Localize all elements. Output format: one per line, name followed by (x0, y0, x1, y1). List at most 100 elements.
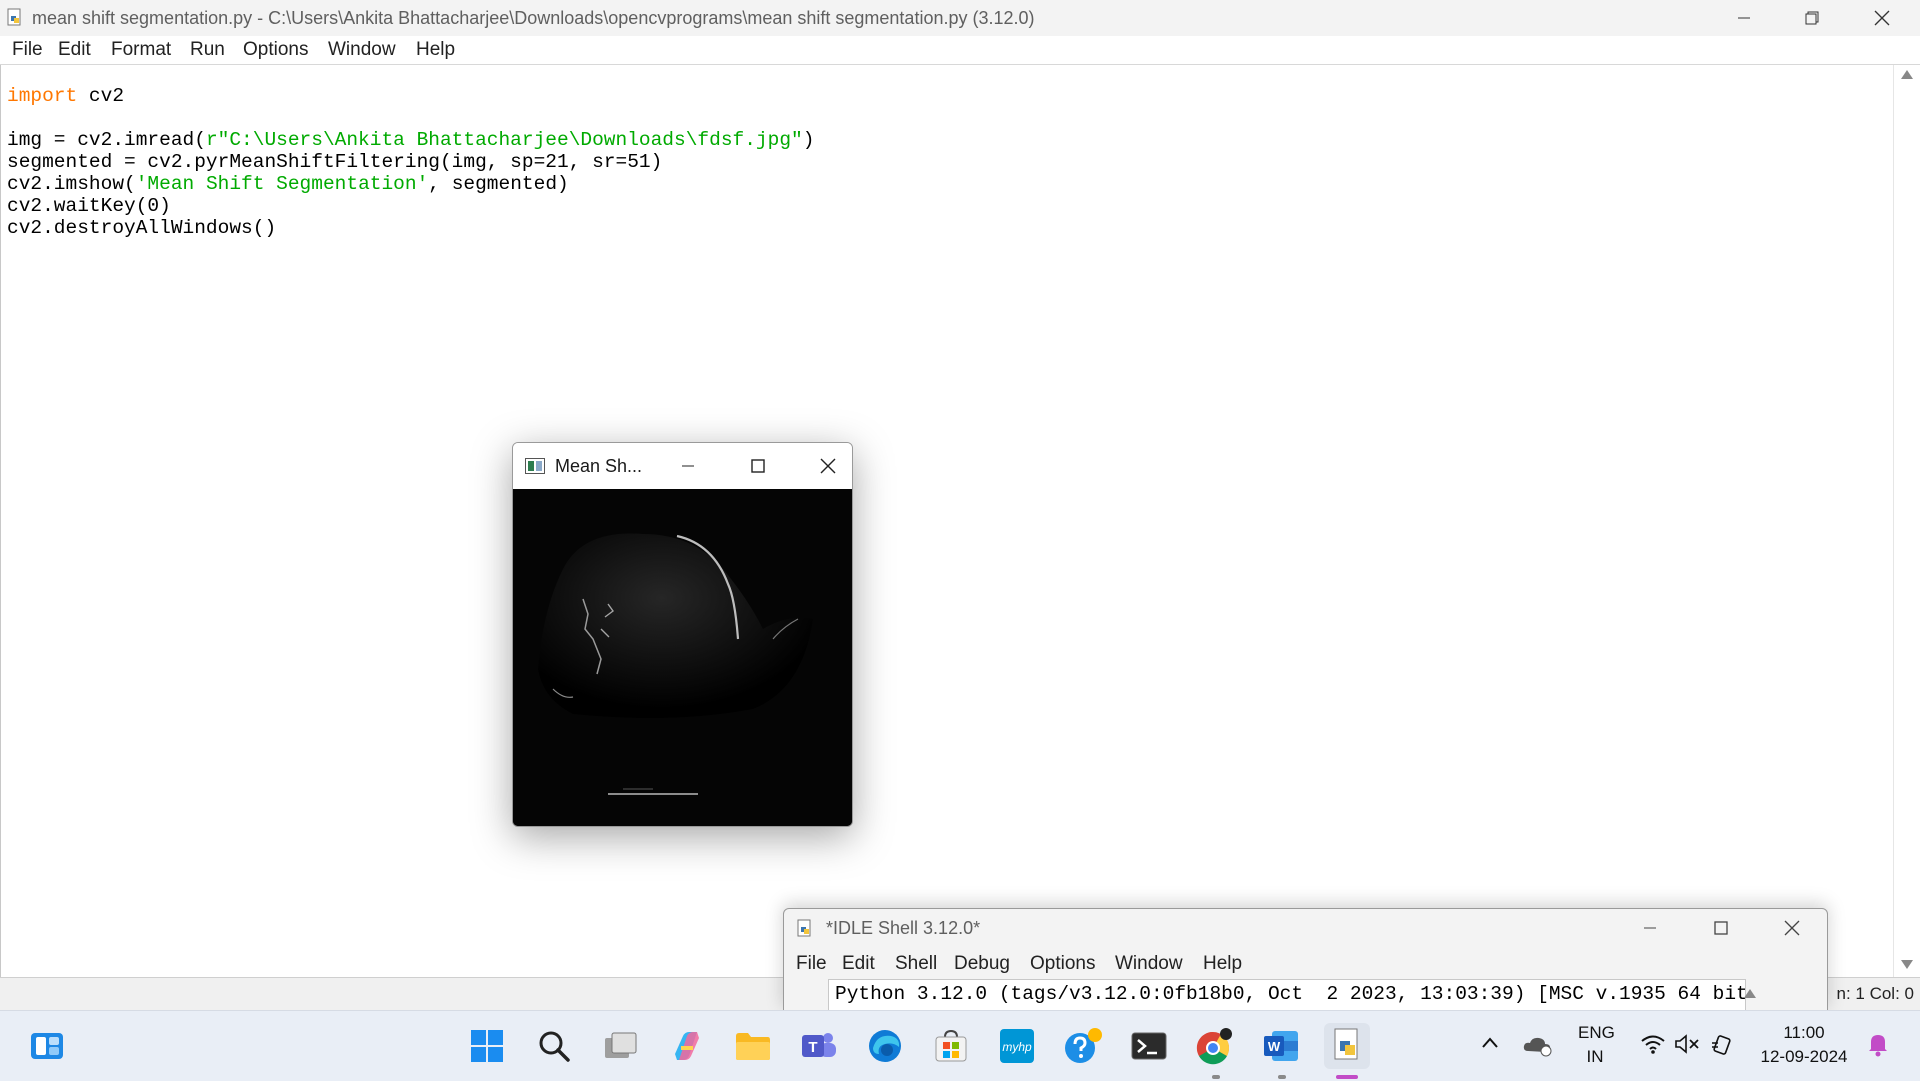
show-hidden-icons-button[interactable] (1480, 1033, 1500, 1058)
copilot-button[interactable] (664, 1023, 710, 1069)
store-icon (935, 1029, 967, 1062)
word-icon: W (1264, 1031, 1298, 1061)
battery-button[interactable] (1710, 1033, 1736, 1060)
onedrive-button[interactable] (1522, 1033, 1554, 1062)
code-text: ) (802, 129, 815, 151)
terminal-button[interactable] (1126, 1023, 1172, 1069)
language-indicator[interactable]: ENG (1578, 1023, 1615, 1043)
menu-format[interactable]: Format (111, 39, 171, 61)
chevron-up-icon (1482, 1037, 1498, 1048)
opencv-window-icon (525, 458, 545, 474)
teams-icon: T (802, 1033, 836, 1057)
editor-titlebar: mean shift segmentation.py - C:\Users\An… (0, 0, 1920, 36)
shell-menu-help[interactable]: Help (1203, 953, 1242, 975)
restore-button[interactable] (1782, 0, 1842, 36)
region-indicator[interactable]: IN (1578, 1047, 1612, 1067)
maximize-icon (1714, 921, 1728, 935)
menu-run[interactable]: Run (190, 39, 225, 61)
code-text: cv2.destroyAllWindows() (7, 217, 277, 239)
onedrive-icon (1523, 1037, 1552, 1057)
copilot-icon (675, 1032, 699, 1060)
search-button[interactable] (531, 1023, 577, 1069)
opencv-maximize-button[interactable] (743, 451, 773, 481)
volume-button[interactable] (1674, 1033, 1700, 1060)
idle-shell-window[interactable]: *IDLE Shell 3.12.0* File Edit Shell Debu… (783, 908, 1828, 1011)
start-icon (471, 1030, 503, 1062)
close-icon (1784, 920, 1800, 936)
myhp-label: myhp (1002, 1040, 1032, 1054)
python-idle-icon (797, 919, 811, 937)
clock-time[interactable]: 11:00 (1756, 1023, 1852, 1043)
chrome-button[interactable] (1192, 1023, 1238, 1069)
shell-menu-file[interactable]: File (796, 953, 827, 975)
task-view-button[interactable] (598, 1023, 644, 1069)
search-icon (539, 1031, 570, 1062)
word-letter: W (1268, 1039, 1281, 1054)
shell-menu-shell[interactable]: Shell (895, 953, 937, 975)
shell-menu-window[interactable]: Window (1115, 953, 1183, 975)
store-button[interactable] (928, 1023, 974, 1069)
get-help-button[interactable] (1060, 1023, 1106, 1069)
clock-date[interactable]: 12-09-2024 (1756, 1047, 1852, 1067)
widgets-button[interactable] (24, 1023, 70, 1069)
code-text: img = cv2.imread( (7, 129, 206, 151)
opencv-titlebar[interactable]: Mean Sh... (513, 443, 852, 489)
minimize-icon (1738, 17, 1750, 19)
opencv-window-title: Mean Sh... (555, 456, 643, 476)
source-code[interactable]: import cv2 img = cv2.imread(r"C:\Users\A… (7, 85, 814, 239)
widgets-icon (31, 1033, 63, 1059)
opencv-window[interactable]: Mean Sh... (512, 442, 853, 827)
minimize-button[interactable] (1714, 0, 1774, 36)
code-text: cv2 (77, 85, 125, 107)
shell-output[interactable]: Python 3.12.0 (tags/v3.12.0:0fb18b0, Oct… (828, 979, 1746, 1010)
shell-maximize-button[interactable] (1701, 913, 1741, 943)
shell-title: *IDLE Shell 3.12.0* (826, 918, 981, 938)
running-indicator (1212, 1075, 1220, 1079)
file-explorer-button[interactable] (730, 1023, 776, 1069)
edge-button[interactable] (862, 1023, 908, 1069)
word-button[interactable]: W (1258, 1023, 1304, 1069)
menu-edit[interactable]: Edit (58, 39, 91, 61)
shell-banner-line: Python 3.12.0 (tags/v3.12.0:0fb18b0, Oct… (835, 983, 1746, 1005)
opencv-minimize-button[interactable] (673, 451, 703, 481)
task-view-icon (605, 1032, 637, 1058)
string-literal: 'Mean Shift Segmentation' (135, 173, 429, 195)
shell-menu-edit[interactable]: Edit (842, 953, 875, 975)
shell-menu-options[interactable]: Options (1030, 953, 1095, 975)
help-icon (1065, 1028, 1102, 1063)
file-explorer-icon (736, 1033, 770, 1060)
code-text: cv2.waitKey(0) (7, 195, 171, 217)
teams-button[interactable]: T (796, 1023, 842, 1069)
menu-file[interactable]: File (12, 39, 43, 61)
code-text: cv2.imshow( (7, 173, 136, 195)
opencv-close-button[interactable] (813, 451, 843, 481)
python-idle-button[interactable] (1324, 1023, 1370, 1069)
shell-menu-debug[interactable]: Debug (954, 953, 1010, 975)
wifi-icon (1641, 1035, 1665, 1054)
minimize-icon (1644, 927, 1656, 929)
menubar: File Edit Format Run Options Window Help (0, 36, 1920, 65)
bell-icon (1869, 1035, 1887, 1057)
shell-scroll-up-icon[interactable] (1744, 989, 1756, 998)
myhp-button[interactable]: myhp (994, 1023, 1040, 1069)
menu-help[interactable]: Help (416, 39, 455, 61)
close-button[interactable] (1852, 0, 1912, 36)
maximize-icon (751, 459, 765, 473)
edge-icon (869, 1030, 901, 1062)
network-button[interactable] (1640, 1033, 1666, 1060)
vertical-scrollbar[interactable] (1893, 65, 1920, 977)
code-text: , segmented) (428, 173, 569, 195)
code-editor[interactable]: import cv2 img = cv2.imread(r"C:\Users\A… (0, 65, 1894, 977)
shell-minimize-button[interactable] (1630, 913, 1670, 943)
scroll-down-icon[interactable] (1901, 960, 1913, 969)
start-button[interactable] (464, 1023, 510, 1069)
notifications-button[interactable] (1866, 1031, 1890, 1062)
shell-titlebar[interactable]: *IDLE Shell 3.12.0* (784, 909, 1827, 947)
python-idle-icon (1334, 1028, 1358, 1060)
shell-close-button[interactable] (1772, 913, 1812, 943)
myhp-icon: myhp (1000, 1029, 1034, 1063)
scroll-up-icon[interactable] (1901, 70, 1913, 79)
menu-options[interactable]: Options (243, 39, 308, 61)
menu-window[interactable]: Window (328, 39, 396, 61)
minimize-icon (682, 465, 694, 467)
